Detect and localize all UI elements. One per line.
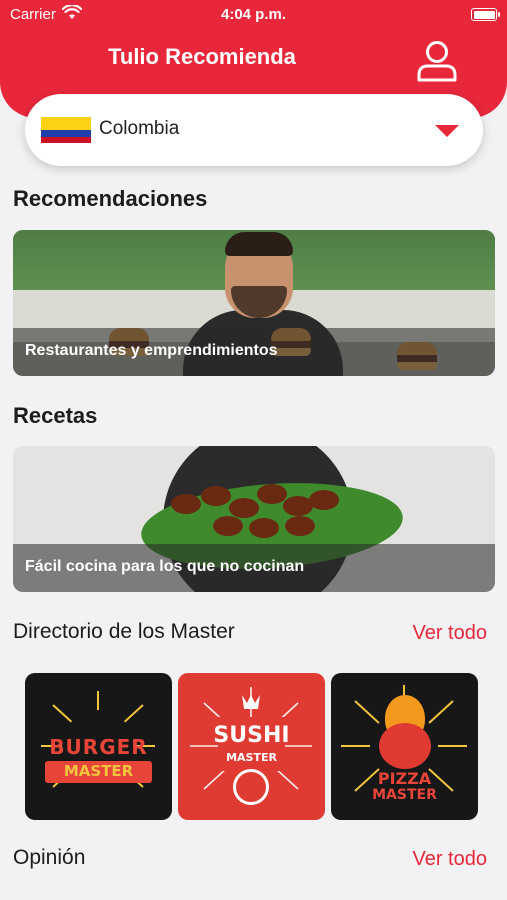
sushi-master-card[interactable]: SUSHI MASTER: [178, 673, 325, 820]
caret-down-icon: [435, 125, 459, 137]
pizza-master-subtitle: MASTER: [372, 787, 437, 803]
burger-master-card[interactable]: BURGER MASTER: [25, 673, 172, 820]
section-title-recommendations: Recomendaciones: [13, 186, 208, 211]
recommendations-banner[interactable]: Restaurantes y emprendimientos: [13, 230, 495, 376]
user-profile-icon[interactable]: [414, 38, 460, 84]
recommendations-caption: Restaurantes y emprendimientos: [13, 328, 495, 376]
battery-icon: [471, 8, 500, 21]
recipes-caption: Fácil cocina para los que no cocinan: [13, 544, 495, 592]
burger-master-title: BURGER: [49, 735, 148, 759]
burger-master-subtitle: MASTER: [63, 762, 134, 780]
country-selector[interactable]: Colombia: [25, 94, 483, 166]
section-title-recipes: Recetas: [13, 403, 98, 428]
country-name: Colombia: [99, 118, 180, 139]
sushi-bowl-icon: [233, 769, 269, 805]
pizza-master-card[interactable]: PIZZA MASTER: [331, 673, 478, 820]
status-time: 4:04 p.m.: [220, 6, 287, 23]
recipes-banner[interactable]: Fácil cocina para los que no cocinan: [13, 446, 495, 592]
colombia-flag-icon: [41, 117, 91, 143]
section-title-directory: Directorio de los Master: [13, 620, 235, 643]
directory-see-all-link[interactable]: Ver todo: [412, 622, 487, 645]
opinion-see-all-link[interactable]: Ver todo: [412, 848, 487, 871]
sushi-master-title: SUSHI: [213, 723, 290, 748]
section-title-opinion: Opinión: [13, 846, 86, 869]
pizza-icon: [379, 723, 431, 769]
pizza-master-title: PIZZA: [377, 769, 432, 788]
app-title: Tulio Recomienda: [108, 44, 296, 69]
sushi-master-subtitle: MASTER: [226, 751, 277, 764]
status-bar: Carrier 4:04 p.m.: [0, 4, 507, 26]
